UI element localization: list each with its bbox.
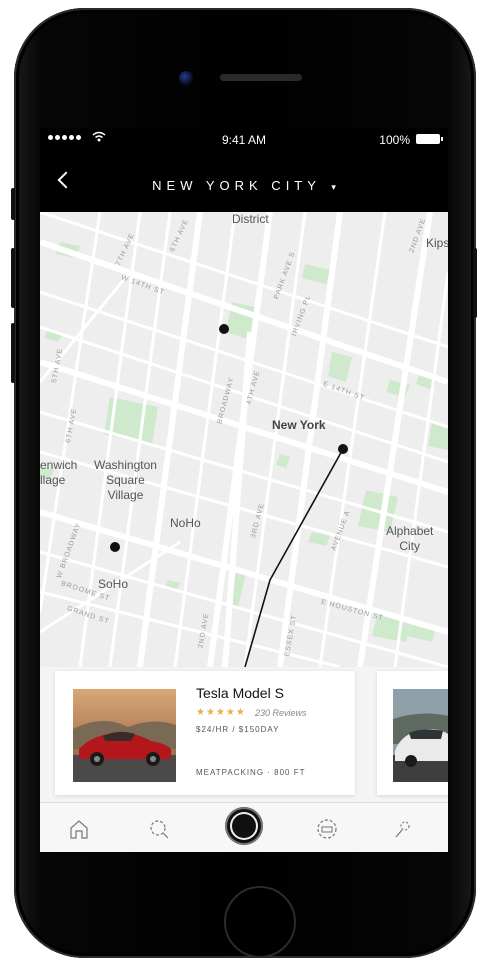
volume-up-button	[11, 248, 15, 308]
car-name: Tesla Model S	[196, 685, 284, 701]
status-bar: 9:41 AM 100%	[40, 128, 448, 152]
volume-down-button	[11, 323, 15, 383]
nav-bar: NEW YORK CITY ▾	[40, 152, 448, 212]
power-button	[473, 248, 477, 318]
camera-button[interactable]	[225, 807, 263, 845]
car-location-pin	[110, 542, 120, 552]
rating-stars-icon: ★★★★★	[196, 707, 246, 718]
car-location-pin	[219, 324, 229, 334]
battery-percent: 100%	[379, 133, 410, 147]
car-photo	[393, 689, 448, 782]
review-count: 230 Reviews	[255, 708, 307, 718]
search-icon[interactable]	[148, 818, 170, 840]
earpiece-speaker	[220, 74, 302, 81]
profile-icon[interactable]	[392, 818, 414, 840]
home-icon[interactable]	[68, 818, 90, 840]
car-location-pin	[338, 444, 348, 454]
car-card-carousel[interactable]: Tesla Model S ★★★★★ 230 Reviews $24/HR /…	[40, 667, 448, 802]
car-photo	[73, 689, 176, 782]
map-label-district: District	[232, 212, 269, 226]
map-label-new-york: New York	[272, 418, 326, 432]
map-label-kips: Kips	[426, 236, 448, 250]
map-label-washington-square-village: Washington Square Village	[94, 458, 157, 502]
caret-down-icon: ▾	[331, 182, 336, 192]
map-label-greenwich-village: enwich llage	[40, 458, 78, 487]
car-icon[interactable]	[316, 818, 338, 840]
map-label-noho: NoHo	[170, 516, 201, 530]
car-location: MEATPACKING · 800 FT	[196, 768, 306, 777]
car-card-next[interactable]	[377, 671, 448, 795]
city-selector[interactable]: NEW YORK CITY ▾	[40, 178, 448, 193]
tab-bar	[40, 802, 448, 852]
battery-icon	[416, 134, 443, 144]
city-title: NEW YORK CITY	[152, 178, 321, 193]
mute-switch	[11, 188, 15, 220]
car-price: $24/HR / $150DAY	[196, 725, 280, 734]
car-card[interactable]: Tesla Model S ★★★★★ 230 Reviews $24/HR /…	[55, 671, 355, 795]
front-camera	[179, 71, 193, 85]
screen: 9:41 AM 100% NEW YORK CITY ▾ District Ki…	[40, 128, 448, 852]
map-label-alphabet-city: Alphabet City	[386, 524, 434, 553]
map-view[interactable]: District Kips New York enwich llage Wash…	[40, 212, 448, 667]
home-button[interactable]	[224, 886, 296, 958]
map-label-soho: SoHo	[98, 577, 129, 591]
